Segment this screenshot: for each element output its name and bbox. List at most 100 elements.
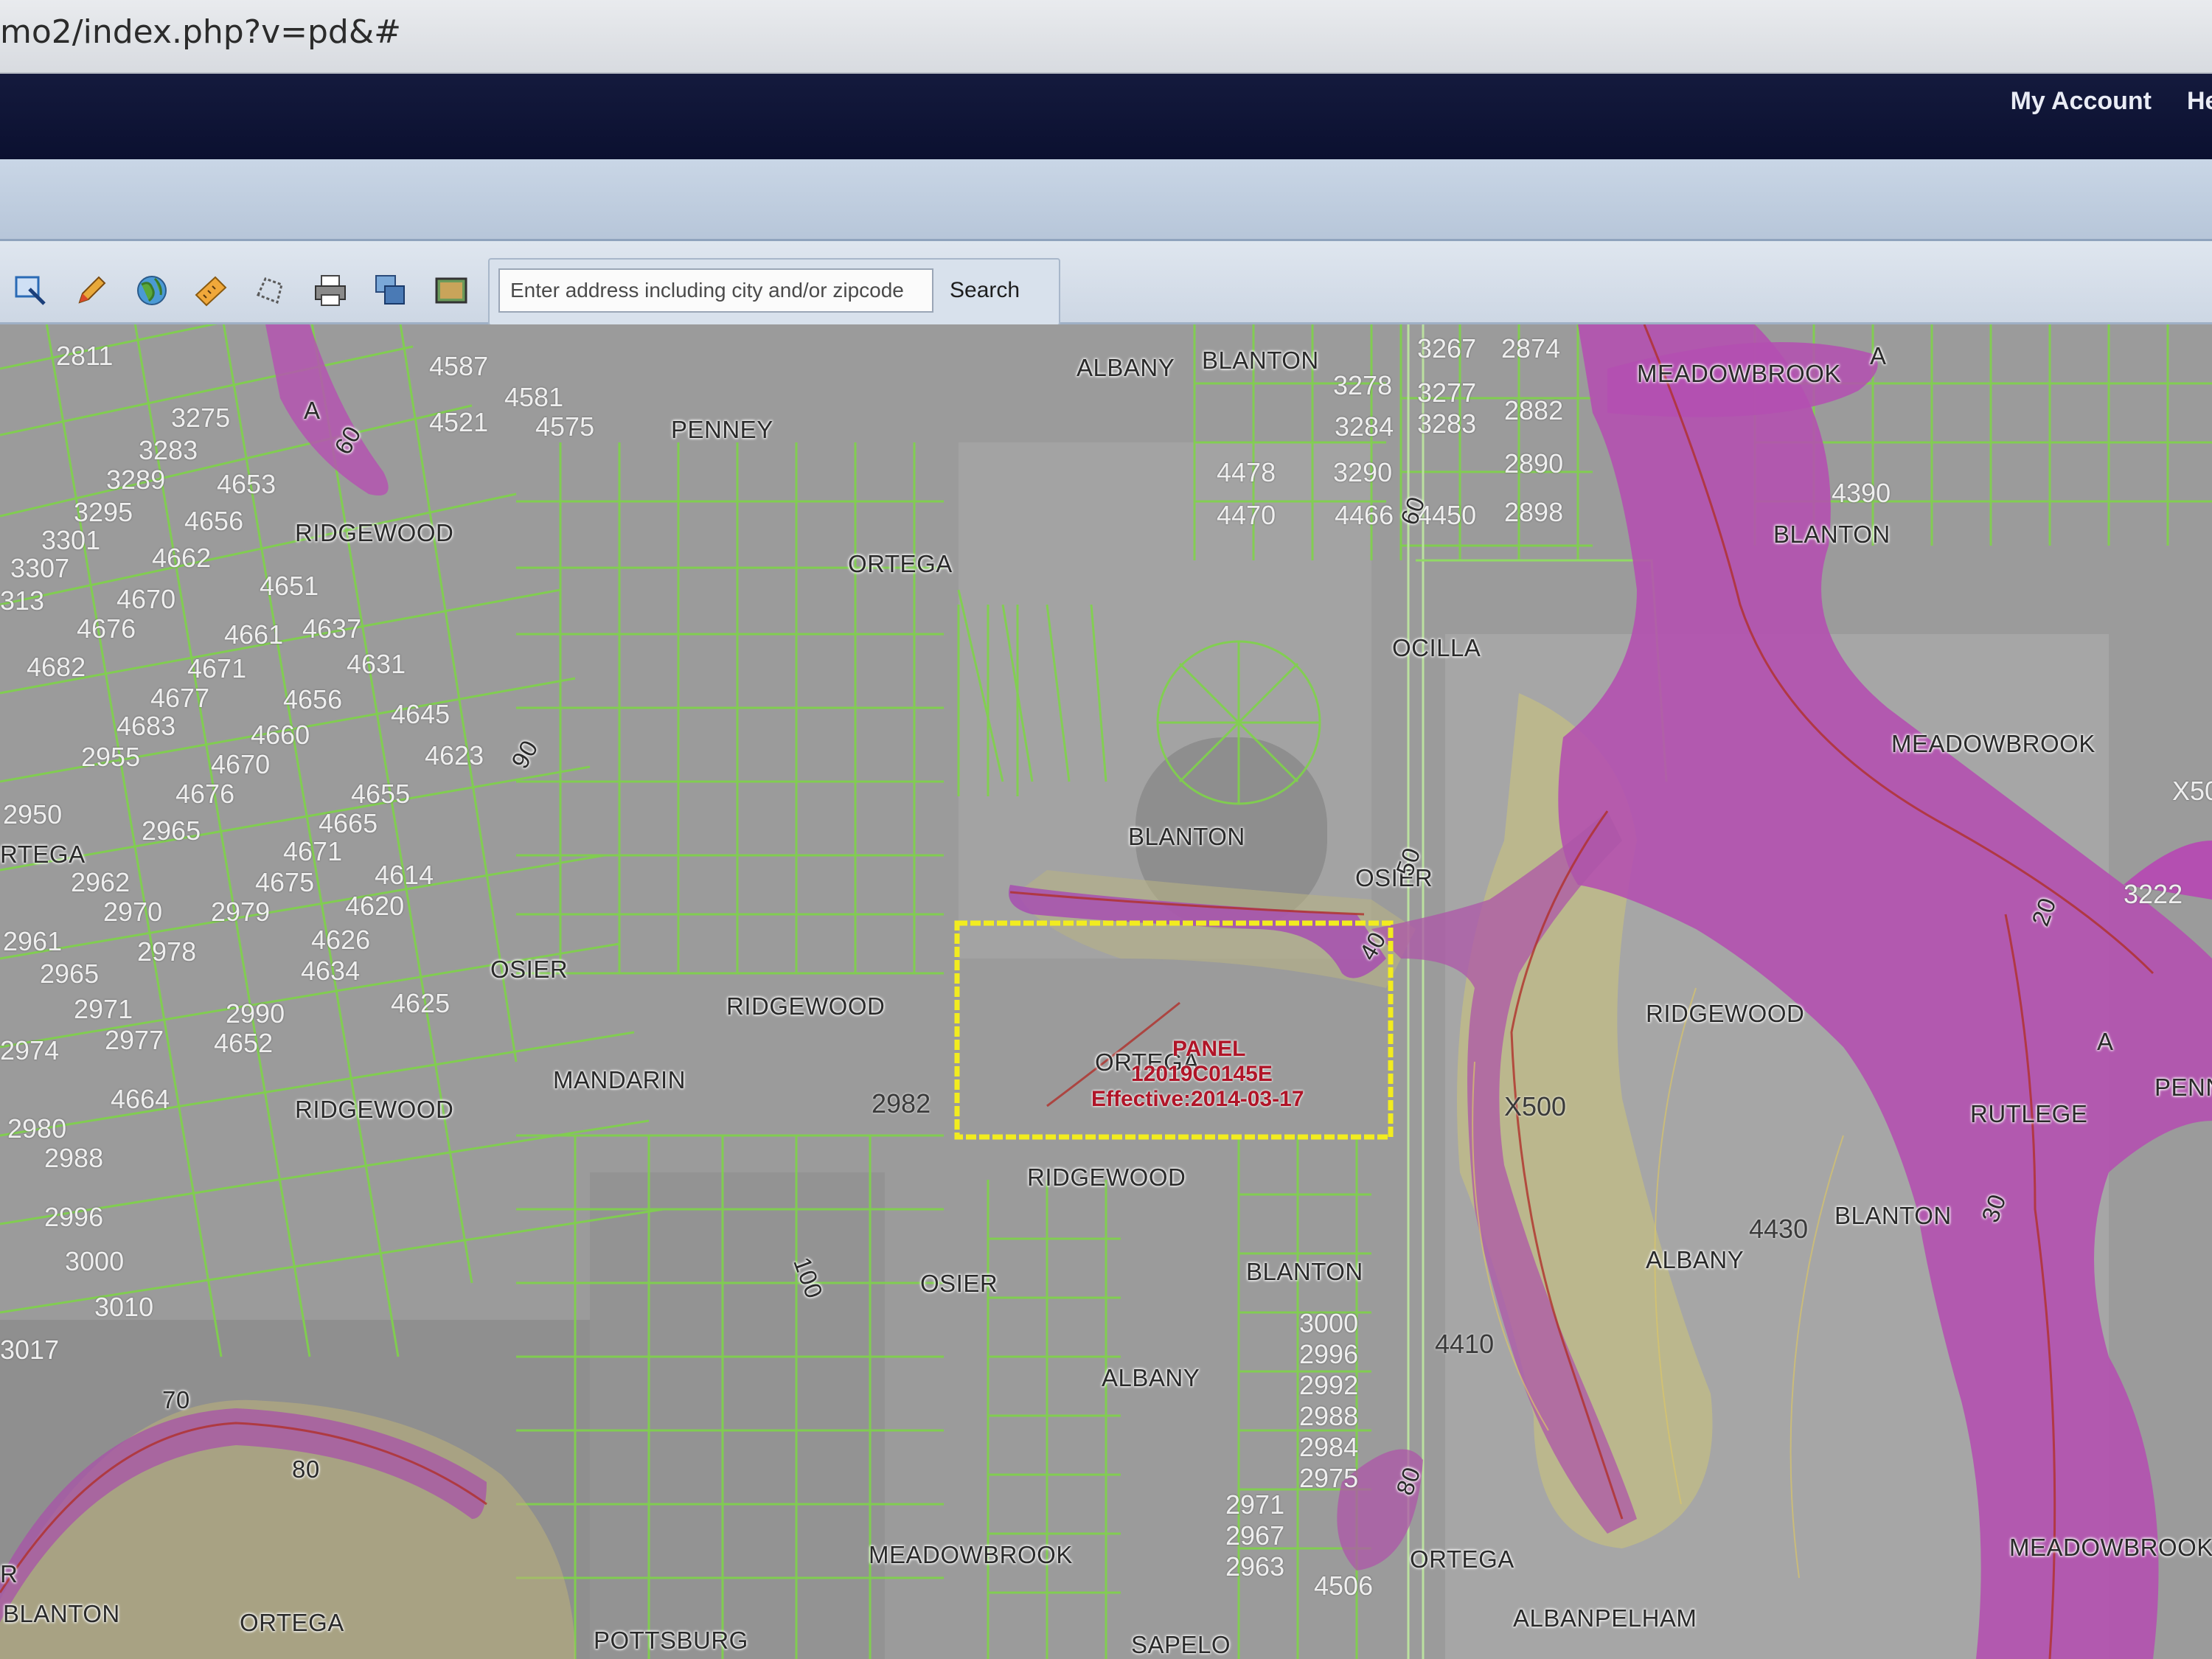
parcel-number: 4626	[311, 925, 371, 955]
parcel-number: 4662	[152, 543, 212, 573]
street-label: PENNEY	[671, 416, 773, 443]
parcel-number: 3017	[0, 1335, 60, 1365]
measure-icon[interactable]	[193, 273, 229, 308]
contour-label: 80	[292, 1455, 320, 1483]
parcel-number: 4506	[1314, 1571, 1374, 1601]
parcel-number: 2965	[40, 959, 100, 989]
street-label: ORTEGA	[848, 550, 953, 577]
parcel-number: 4682	[27, 652, 86, 682]
parcel-number: 2974	[0, 1035, 60, 1065]
street-label: RIDGEWOOD	[295, 519, 454, 546]
contour-label: 70	[162, 1386, 190, 1413]
parcel-number: 4637	[302, 613, 362, 644]
street-label: R	[0, 1560, 18, 1587]
street-label: BLANTON	[1834, 1202, 1952, 1229]
panel-id: 12019C0145E	[1131, 1062, 1273, 1086]
parcel-number: 4651	[260, 571, 319, 601]
street-label: PENN	[2154, 1074, 2212, 1101]
parcel-number: 2898	[1504, 497, 1564, 527]
street-label: ALBANPELHAM	[1513, 1604, 1697, 1632]
layers-icon[interactable]	[373, 273, 408, 308]
zone-label: A	[2097, 1028, 2114, 1055]
parcel-number: 2988	[44, 1143, 104, 1173]
parcel-number: 4661	[224, 619, 284, 650]
parcel-number: 4665	[319, 808, 378, 838]
parcel-number: 4676	[77, 613, 136, 644]
print-icon[interactable]	[313, 273, 348, 308]
parcel-number: 2874	[1501, 333, 1561, 364]
parcel-number: 4653	[217, 469, 276, 499]
parcel-number: 2963	[1225, 1551, 1285, 1582]
parcel-number: 2996	[44, 1202, 104, 1232]
address-search-input[interactable]	[498, 268, 933, 313]
street-label: MEADOWBROOK	[1637, 360, 1841, 387]
street-label: BLANTON	[1202, 347, 1319, 374]
parcel-number: 4634	[301, 956, 361, 986]
parcel-number: 2980	[7, 1113, 67, 1144]
parcel-number: 3301	[41, 525, 101, 555]
street-label: BLANTON	[3, 1600, 120, 1627]
zone-label: A	[304, 397, 321, 424]
street-label: OCILLA	[1392, 634, 1481, 661]
parcel-number: 3284	[1335, 411, 1394, 442]
my-account-link[interactable]: My Account	[2011, 87, 2152, 116]
globe-icon[interactable]	[134, 273, 170, 308]
parcel-number: 4470	[1217, 500, 1276, 530]
parcel-number: 2882	[1504, 395, 1564, 425]
parcel-number: 3267	[1417, 333, 1477, 364]
parcel-number: 2967	[1225, 1520, 1285, 1551]
street-label: RIDGEWOOD	[1646, 1000, 1805, 1027]
basemap-icon[interactable]	[434, 273, 469, 308]
map-canvas[interactable]: ALBANY BLANTON PENNEY RIDGEWOOD ORTEGA M…	[0, 324, 2212, 1659]
parcel-number: 2977	[105, 1025, 164, 1055]
street-label: RIDGEWOOD	[1027, 1164, 1186, 1191]
parcel-number: 4677	[150, 683, 210, 713]
street-label: BLANTON	[1773, 521, 1891, 548]
parcel-number: 4620	[345, 891, 405, 921]
parcel-number: 2992	[1299, 1370, 1359, 1400]
polygon-select-icon[interactable]	[252, 273, 288, 308]
street-label: ALBANY	[1077, 354, 1175, 381]
parcel-number: 4587	[429, 351, 489, 381]
parcel-number: 4623	[425, 740, 484, 771]
parcel-number: 2970	[103, 897, 163, 927]
parcel-number: 3295	[74, 497, 133, 527]
parcel-number: 3000	[65, 1246, 125, 1276]
parcel-number: 3289	[106, 465, 166, 495]
street-label: SAPELO	[1131, 1631, 1231, 1658]
parcel-number: 4645	[391, 699, 451, 729]
parcel-number: 4660	[251, 720, 310, 750]
parcel-number: 4676	[175, 779, 235, 809]
search-button[interactable]: Search	[941, 271, 1029, 310]
parcel-number: 4670	[211, 749, 271, 779]
parcel-number: 4656	[283, 684, 343, 714]
street-label: OSIER	[490, 956, 568, 983]
parcel-number: 4390	[1832, 478, 1891, 508]
help-link[interactable]: He	[2187, 87, 2212, 116]
parcel-number: 4625	[391, 988, 451, 1018]
parcel-number: 4652	[214, 1028, 274, 1058]
street-label: MEADOWBROOK	[2009, 1534, 2212, 1561]
zoom-box-icon[interactable]	[13, 273, 49, 308]
pencil-icon[interactable]	[74, 273, 109, 308]
parcel-number: 2984	[1299, 1432, 1359, 1462]
url-text[interactable]: mo2/index.php?v=pd&#	[0, 13, 401, 51]
parcel-number: 3275	[171, 403, 231, 433]
parcel-number: 3307	[10, 553, 70, 583]
street-label: MEADOWBROOK	[1891, 730, 2096, 757]
panel-effective-date: Effective:2014-03-17	[1091, 1087, 1304, 1111]
parcel-number: 2961	[3, 926, 63, 956]
parcel-number: 3010	[94, 1292, 154, 1322]
parcel-number: 2890	[1504, 448, 1564, 479]
parcel-number: 2950	[3, 799, 63, 830]
street-label: MANDARIN	[553, 1066, 686, 1093]
parcel-number: 4664	[111, 1084, 170, 1114]
parcel-number: 4614	[375, 860, 434, 890]
zone-label: A	[1870, 342, 1887, 369]
street-label: POTTSBURG	[594, 1627, 748, 1654]
street-label: ORTEGA	[1410, 1545, 1514, 1573]
street-label: OSIER	[920, 1270, 998, 1297]
sub-header-bar	[0, 159, 2212, 241]
browser-address-bar[interactable]: mo2/index.php?v=pd&#	[0, 0, 2212, 74]
parcel-number: 3000	[1299, 1308, 1359, 1338]
